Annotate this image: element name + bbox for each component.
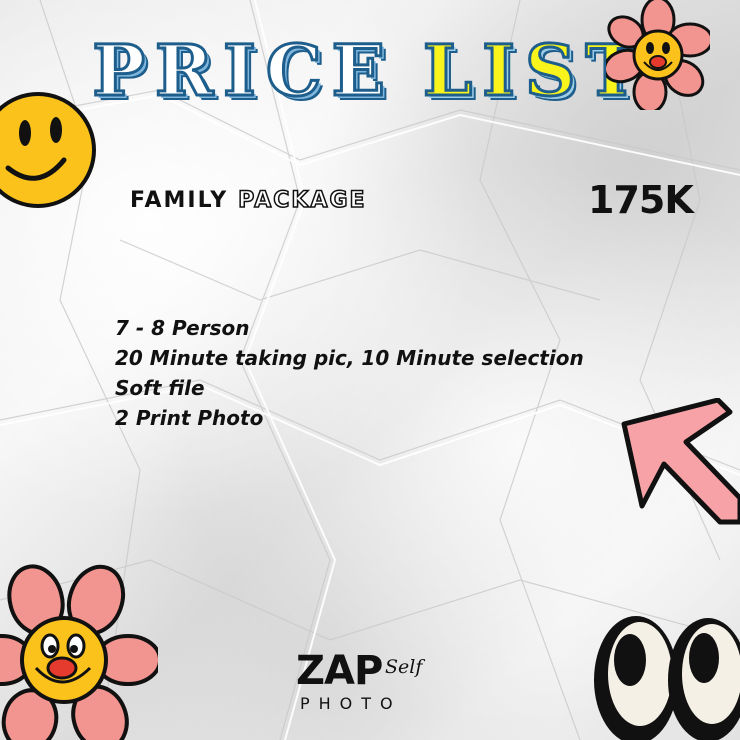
detail-item: Soft file	[115, 376, 205, 400]
flower-face-icon	[606, 0, 710, 110]
detail-item: 7 - 8 Person	[115, 316, 250, 340]
package-details-list: 7 - 8 Person 20 Minute taking pic, 10 Mi…	[115, 313, 584, 433]
package-name-plain: FAMILY	[130, 188, 229, 213]
arrow-icon	[621, 398, 740, 525]
detail-item: 2 Print Photo	[115, 406, 264, 430]
logo-script-text: Self	[385, 656, 423, 678]
title-word-price: PRICE	[91, 28, 395, 114]
logo-sub-text: PHOTO	[300, 694, 402, 713]
package-name: FAMILY PACKAGE	[130, 187, 367, 214]
cartoon-eyes-icon	[594, 616, 740, 740]
package-price: 175K	[588, 178, 694, 222]
detail-item: 20 Minute taking pic, 10 Minute selectio…	[115, 346, 584, 370]
brand-logo: ZAP Self PHOTO	[296, 650, 456, 713]
flower-face-icon	[0, 564, 158, 740]
logo-main-text: ZAP	[296, 648, 383, 694]
smiley-face-icon	[0, 92, 96, 208]
package-name-outlined: PACKAGE	[237, 187, 367, 214]
